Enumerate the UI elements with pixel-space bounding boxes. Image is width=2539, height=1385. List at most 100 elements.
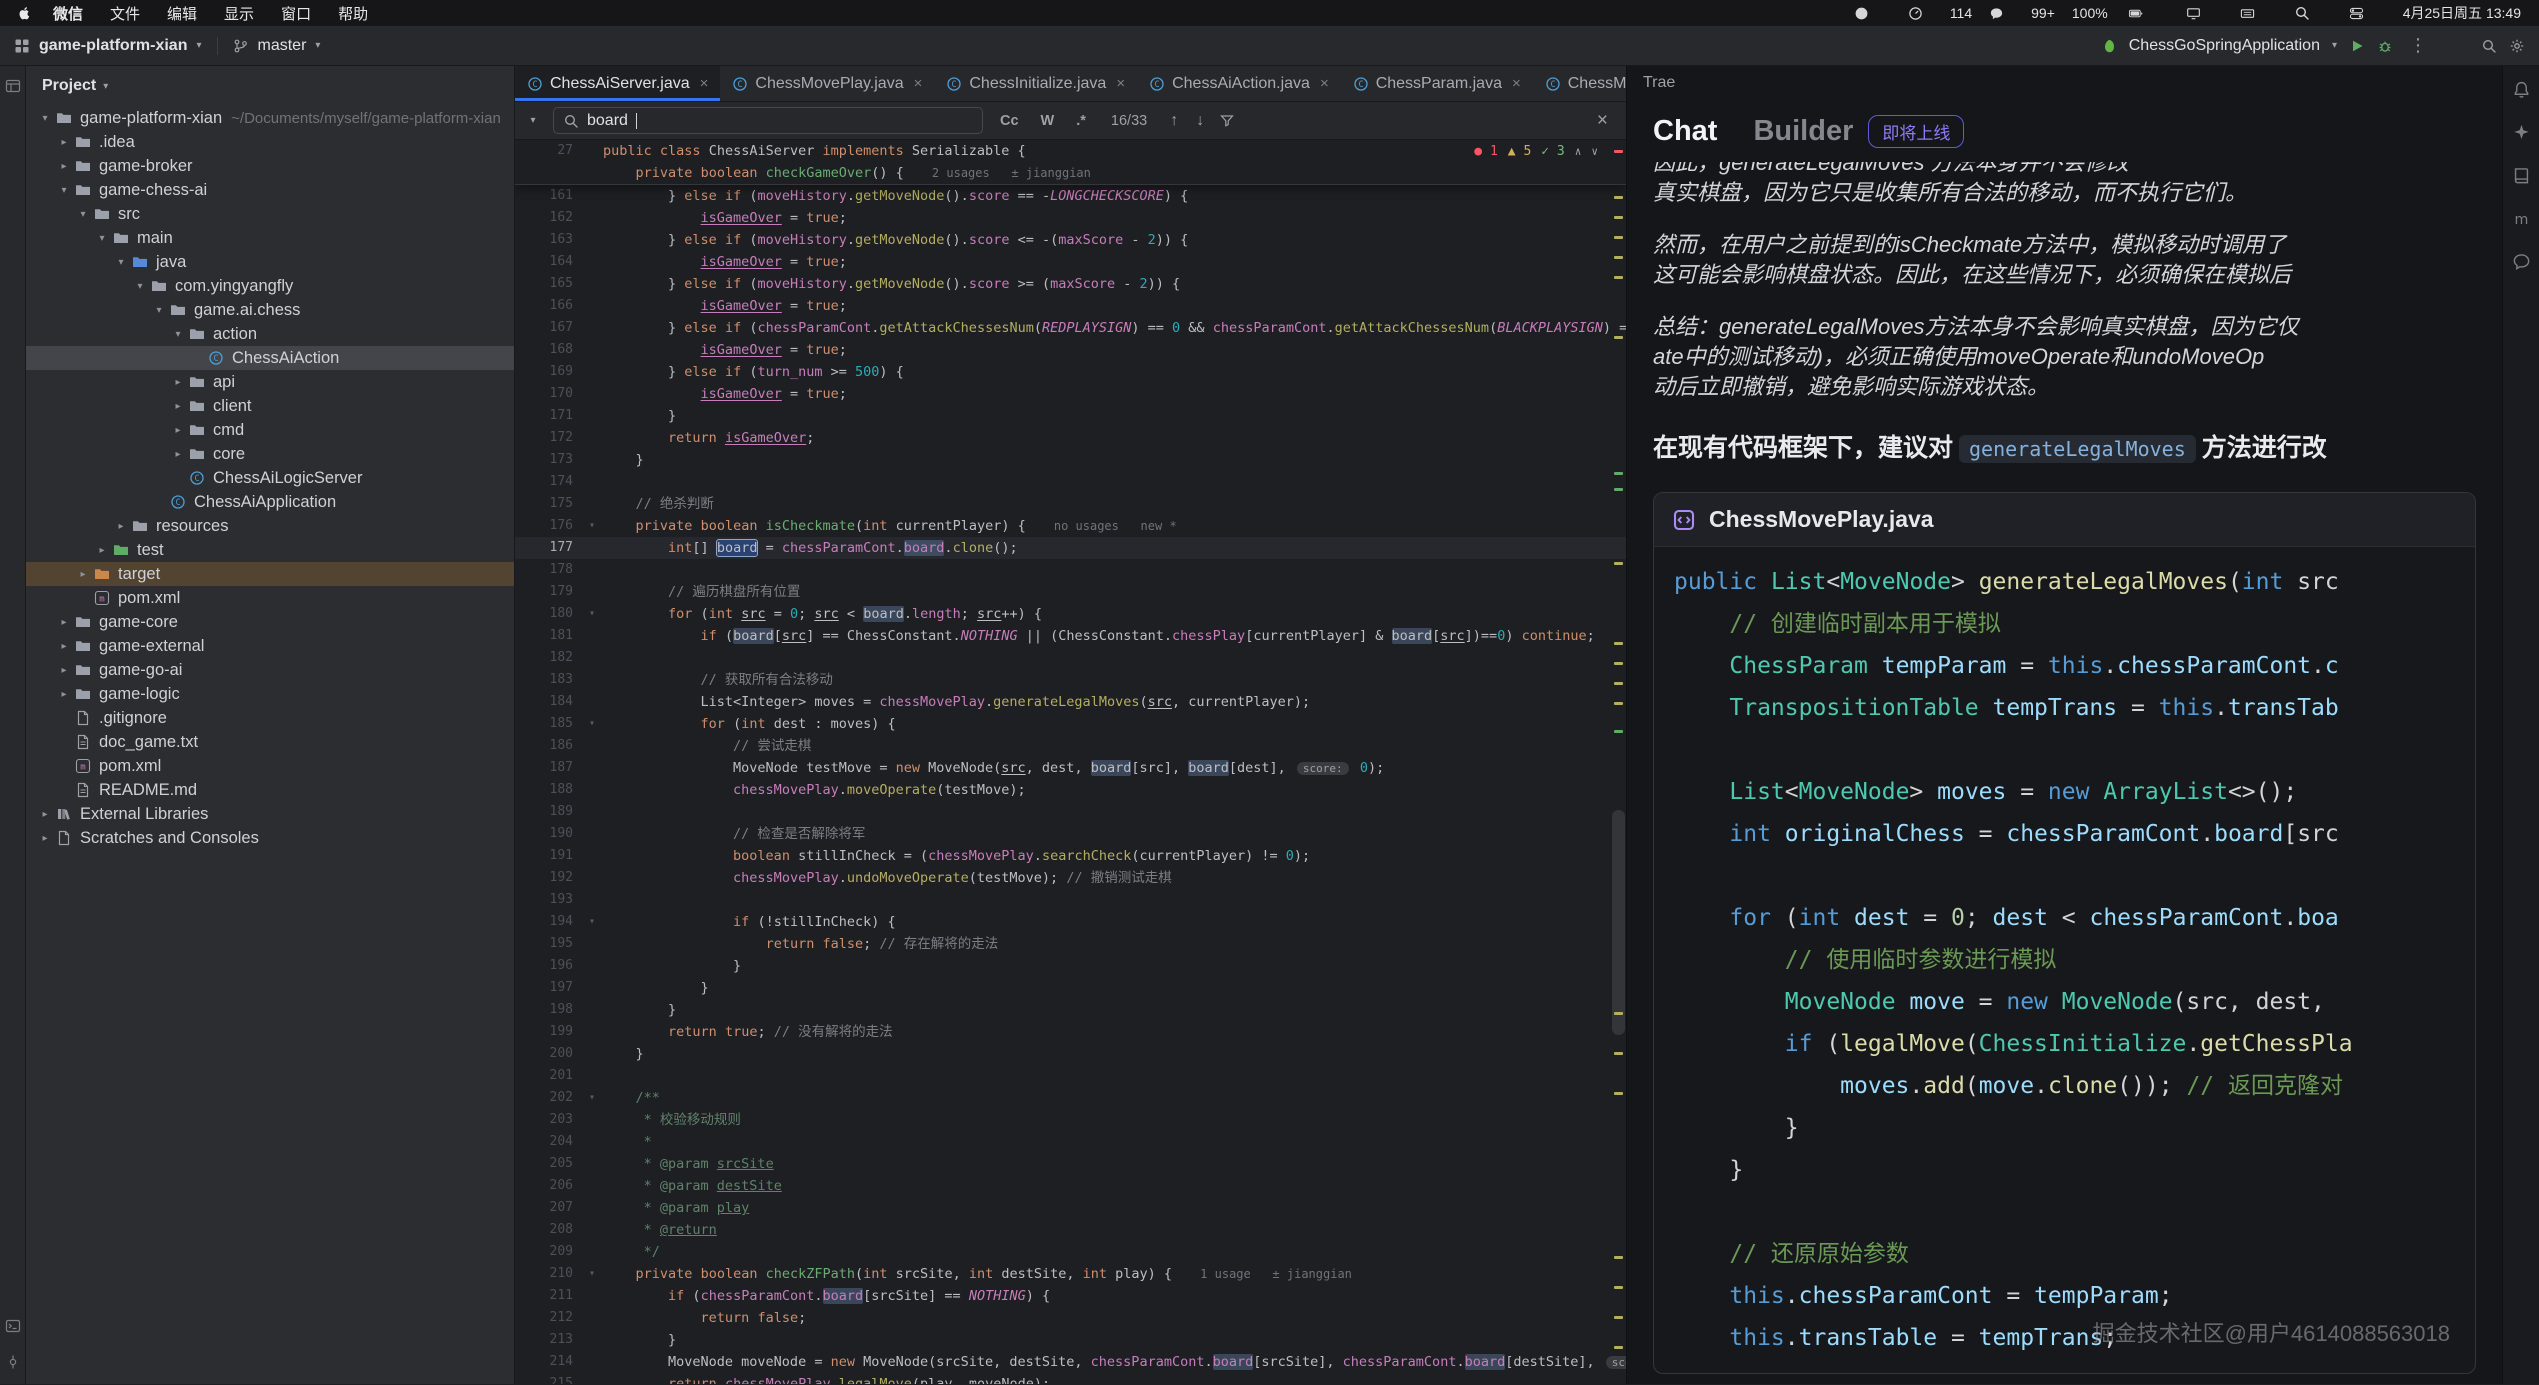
mletter-tool-icon[interactable]: m: [2512, 209, 2531, 228]
filter-icon[interactable]: [1219, 113, 1235, 129]
project-tree-item[interactable]: ▸game-logic: [26, 682, 514, 706]
code-line[interactable]: private boolean isCheckmate(int currentP…: [603, 515, 1626, 537]
code-line[interactable]: moves.add(move.clone()); // 返回克隆对: [1674, 1065, 2455, 1107]
code-line[interactable]: return chessMovePlay.legalMove(play, mov…: [603, 1373, 1626, 1384]
project-tree-item[interactable]: ▸target: [26, 562, 514, 586]
code-line[interactable]: * 校验移动规则: [603, 1109, 1626, 1131]
next-problem-button[interactable]: ∨: [1591, 145, 1598, 158]
apple-menu-icon[interactable]: [18, 6, 31, 20]
code-line[interactable]: for (int dest : moves) {: [603, 713, 1626, 735]
code-line[interactable]: [603, 889, 1626, 911]
code-line[interactable]: // 遍历棋盘所有位置: [603, 581, 1626, 603]
tree-chevron-icon[interactable]: ▾: [169, 329, 187, 340]
code-line[interactable]: }: [603, 977, 1626, 999]
fold-marker[interactable]: ▾: [581, 713, 603, 735]
tree-chevron-icon[interactable]: ▸: [74, 569, 92, 580]
code-line[interactable]: chessMovePlay.moveOperate(testMove);: [603, 779, 1626, 801]
fold-marker[interactable]: [581, 559, 603, 581]
project-panel-title[interactable]: Project: [42, 77, 96, 95]
project-tree-item[interactable]: doc_game.txt: [26, 730, 514, 754]
code-line[interactable]: boolean stillInCheck = (chessMovePlay.se…: [603, 845, 1626, 867]
code-line[interactable]: [1674, 729, 2455, 771]
tree-chevron-icon[interactable]: ▸: [55, 161, 73, 172]
code-line[interactable]: [603, 1065, 1626, 1087]
tree-chevron-icon[interactable]: ▾: [150, 305, 168, 316]
fold-marker[interactable]: [581, 757, 603, 779]
code-line[interactable]: return true; // 没有解将的走法: [603, 1021, 1626, 1043]
code-line[interactable]: }: [603, 405, 1626, 427]
code-line[interactable]: [1674, 1191, 2455, 1233]
code-line[interactable]: }: [603, 999, 1626, 1021]
fold-marker[interactable]: [581, 845, 603, 867]
project-tree-item[interactable]: ▾java: [26, 250, 514, 274]
tree-chevron-icon[interactable]: ▾: [36, 113, 54, 124]
next-match-button[interactable]: ↓: [1193, 112, 1207, 130]
project-tree-item[interactable]: mpom.xml: [26, 754, 514, 778]
fold-marker[interactable]: [581, 1153, 603, 1175]
match-case-toggle[interactable]: Cc: [995, 111, 1024, 131]
fold-marker[interactable]: [581, 977, 603, 999]
prev-problem-button[interactable]: ∧: [1575, 145, 1582, 158]
branch-selector[interactable]: master: [258, 37, 307, 55]
code-line[interactable]: private boolean checkZFPath(int srcSite,…: [603, 1263, 1626, 1285]
code-line[interactable]: // 绝杀判断: [603, 493, 1626, 515]
close-tab-icon[interactable]: ×: [700, 75, 709, 92]
fold-marker[interactable]: [581, 140, 603, 162]
code-line[interactable]: isGameOver = true;: [603, 295, 1626, 317]
code-line[interactable]: // 创建临时副本用于模拟: [1674, 603, 2455, 645]
fold-marker[interactable]: [581, 581, 603, 603]
project-tree-item[interactable]: ▸test: [26, 538, 514, 562]
code-line[interactable]: public class ChessAiServer implements Se…: [603, 140, 1626, 162]
tree-chevron-icon[interactable]: ▾: [74, 209, 92, 220]
code-line[interactable]: *: [603, 1131, 1626, 1153]
project-tree-item[interactable]: CChessAiAction: [26, 346, 514, 370]
fold-marker[interactable]: [581, 1043, 603, 1065]
chat-scroll-area[interactable]: 因此，generateLegalMoves 方法本身并不会修改真实棋盘，因为它只…: [1627, 162, 2502, 1384]
code-line[interactable]: isGameOver = true;: [603, 207, 1626, 229]
tree-chevron-icon[interactable]: ▸: [55, 689, 73, 700]
project-tree-item[interactable]: ▸core: [26, 442, 514, 466]
fold-marker[interactable]: [581, 691, 603, 713]
fold-marker[interactable]: [581, 449, 603, 471]
inspections-widget[interactable]: ● 1 ▲ 5 ✓ 3 ∧ ∨: [1474, 140, 1598, 162]
tree-chevron-icon[interactable]: ▸: [169, 401, 187, 412]
code-line[interactable]: if (!stillInCheck) {: [603, 911, 1626, 933]
tab-builder[interactable]: Builder 即将上线: [1753, 115, 1964, 148]
project-tree-item[interactable]: mpom.xml: [26, 586, 514, 610]
project-tree-item[interactable]: ▸resources: [26, 514, 514, 538]
code-line[interactable]: isGameOver = true;: [603, 383, 1626, 405]
fold-marker[interactable]: [581, 427, 603, 449]
fold-marker[interactable]: ▾: [581, 515, 603, 537]
project-tree-item[interactable]: ▸Scratches and Consoles: [26, 826, 514, 850]
code-line[interactable]: if (chessParamCont.board[srcSite] == NOT…: [603, 1285, 1626, 1307]
project-tree-item[interactable]: .gitignore: [26, 706, 514, 730]
fold-marker[interactable]: [581, 361, 603, 383]
code-line[interactable]: public List<MoveNode> generateLegalMoves…: [1674, 561, 2455, 603]
menubar-app-name[interactable]: 微信: [53, 3, 83, 24]
fold-marker[interactable]: [581, 1307, 603, 1329]
tree-chevron-icon[interactable]: ▾: [55, 185, 73, 196]
tab-chat[interactable]: Chat: [1653, 115, 1717, 148]
menubar-item[interactable]: 帮助: [338, 3, 368, 24]
tree-chevron-icon[interactable]: ▸: [55, 641, 73, 652]
scrollbar-thumb[interactable]: [1612, 810, 1625, 1035]
project-tree-item[interactable]: ▸api: [26, 370, 514, 394]
close-tab-icon[interactable]: ×: [1320, 75, 1329, 92]
project-tree-item[interactable]: CChessAiLogicServer: [26, 466, 514, 490]
close-tab-icon[interactable]: ×: [914, 75, 923, 92]
tree-chevron-icon[interactable]: ▸: [55, 137, 73, 148]
project-tool-icon[interactable]: [5, 78, 21, 94]
code-line[interactable]: return false; // 存在解将的走法: [603, 933, 1626, 955]
tree-chevron-icon[interactable]: ▸: [55, 665, 73, 676]
main-menu-icon[interactable]: [14, 38, 30, 54]
fold-marker[interactable]: [581, 669, 603, 691]
code-line[interactable]: isGameOver = true;: [603, 251, 1626, 273]
fold-marker[interactable]: [581, 317, 603, 339]
regex-toggle[interactable]: .*: [1071, 111, 1091, 131]
fold-marker[interactable]: [581, 779, 603, 801]
fold-marker[interactable]: [581, 889, 603, 911]
fold-marker[interactable]: [581, 273, 603, 295]
close-find-button[interactable]: ×: [1589, 110, 1616, 132]
project-tree-item[interactable]: ▾main: [26, 226, 514, 250]
status-item[interactable]: 100%: [2072, 5, 2108, 21]
